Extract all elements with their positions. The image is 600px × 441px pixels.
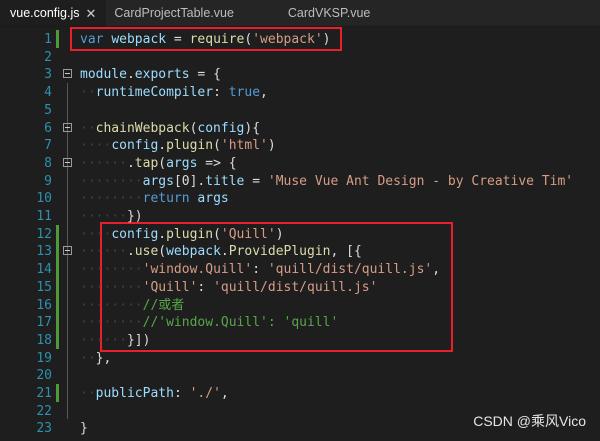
code-token: :: [252, 262, 268, 278]
code-token: }): [126, 209, 143, 224]
code-token: webpack: [166, 244, 221, 260]
fold-collapse-icon[interactable]: [63, 157, 72, 167]
code-token: true: [228, 85, 261, 101]
code-token: chainWebpack: [95, 120, 190, 136]
code-token: ,: [260, 85, 268, 101]
code-token: 'window.Quill': [142, 262, 253, 278]
tab-card-project-table-vue[interactable]: CardProjectTable.vue: [106, 0, 252, 26]
code-token: 'Muse Vue Ant Design - by Creative Tim': [267, 173, 574, 189]
whitespace-marker: ········: [80, 191, 143, 207]
whitespace-marker: ······: [80, 244, 127, 260]
code-token: title: [205, 173, 245, 189]
code-token: .: [126, 155, 135, 171]
code-token: args: [166, 155, 198, 171]
code-token: :: [197, 279, 214, 295]
code-token: ,: [432, 262, 441, 278]
whitespace-marker: ······: [80, 332, 127, 348]
code-token: [: [173, 173, 182, 189]
code-token: use: [134, 244, 159, 260]
tab-card-vksp-vue[interactable]: CardVKSP.vue: [252, 0, 380, 26]
code-token: publicPath: [95, 386, 174, 401]
fold-collapse-icon[interactable]: [63, 246, 72, 256]
code-token: :: [213, 85, 229, 101]
code-token: 'quill/dist/quill.js': [267, 262, 433, 278]
code-token: config: [111, 226, 159, 242]
code-token: 'Quill': [142, 279, 198, 295]
code-token: module: [80, 67, 127, 83]
code-token: //'window.Quill': 'quill': [142, 315, 339, 331]
whitespace-marker: ········: [80, 279, 143, 295]
code-token: =: [244, 173, 268, 189]
code-editor[interactable]: 1 var webpack = require('webpack') 2 3 modul…: [0, 26, 600, 441]
code-token: //或者: [142, 297, 185, 313]
code-token: (: [158, 155, 167, 171]
whitespace-marker: ······: [80, 155, 127, 171]
code-token: runtimeCompiler: [95, 85, 214, 101]
code-token: (: [213, 226, 221, 242]
whitespace-marker: ····: [80, 226, 112, 242]
watermark: CSDN @乘风Vico: [473, 413, 586, 429]
code-token: }: [80, 421, 88, 437]
code-token: ): [275, 226, 284, 242]
code-token: },: [95, 350, 112, 366]
code-token: .: [158, 138, 167, 154]
code-token: 'html': [220, 138, 268, 154]
whitespace-marker: ··: [80, 386, 96, 401]
whitespace-marker: ··: [80, 350, 96, 366]
tab-label: CardProjectTable.vue: [114, 6, 234, 20]
code-token: 0: [181, 173, 190, 189]
close-icon[interactable]: ✕: [85, 7, 96, 20]
code-token: .: [126, 244, 135, 260]
code-token: :: [173, 386, 190, 401]
fold-collapse-icon[interactable]: [63, 69, 72, 79]
whitespace-marker: ··: [80, 120, 96, 136]
fold-collapse-icon[interactable]: [63, 122, 72, 132]
whitespace-marker: ········: [80, 262, 143, 278]
code-token: =: [166, 32, 190, 47]
code-token: ,: [220, 386, 229, 401]
code-token: webpack: [111, 32, 167, 47]
editor-tab-bar: vue.config.js ✕ CardProjectTable.vue Car…: [0, 0, 600, 27]
code-token: }]): [126, 332, 151, 348]
code-token: return: [142, 191, 190, 207]
code-token: require: [189, 32, 245, 47]
whitespace-marker: ······: [80, 209, 127, 224]
code-token: ): [267, 138, 276, 154]
whitespace-marker: ········: [80, 173, 143, 189]
code-token: => {: [197, 155, 237, 171]
tab-vue-config-js[interactable]: vue.config.js ✕: [0, 0, 107, 26]
code-token: ){: [244, 120, 261, 136]
code-token: './': [189, 386, 221, 401]
code-token: ].: [189, 173, 206, 189]
code-token: .: [220, 244, 229, 260]
code-token: 'quill/dist/quill.js': [213, 279, 378, 295]
tab-label: CardVKSP.vue: [287, 6, 371, 20]
code-token: .: [158, 226, 167, 242]
code-text: }: [80, 419, 88, 439]
code-token: ): [322, 32, 331, 47]
code-token: config: [197, 120, 245, 136]
code-token: , [{: [330, 244, 362, 260]
tab-label: vue.config.js: [10, 6, 80, 20]
code-token: config: [111, 138, 159, 154]
whitespace-marker: ········: [80, 297, 143, 313]
code-token: exports: [134, 67, 190, 83]
code-token: 'webpack': [252, 32, 323, 47]
whitespace-marker: ········: [80, 315, 143, 331]
code-token: plugin: [166, 226, 214, 242]
code-token: args: [142, 173, 174, 189]
line-number: 23: [36, 421, 52, 437]
code-token: .: [126, 67, 135, 83]
code-token: = {: [189, 67, 221, 83]
code-token: (: [213, 138, 221, 154]
whitespace-marker: ····: [80, 138, 112, 154]
code-token: args: [197, 191, 229, 207]
code-token: plugin: [166, 138, 214, 154]
code-token: var: [80, 32, 104, 47]
code-token: tap: [134, 155, 159, 171]
whitespace-marker: ··: [80, 85, 96, 101]
code-token: (: [158, 244, 167, 260]
code-token: 'Quill': [220, 226, 276, 242]
code-token: ProvidePlugin: [228, 244, 331, 260]
